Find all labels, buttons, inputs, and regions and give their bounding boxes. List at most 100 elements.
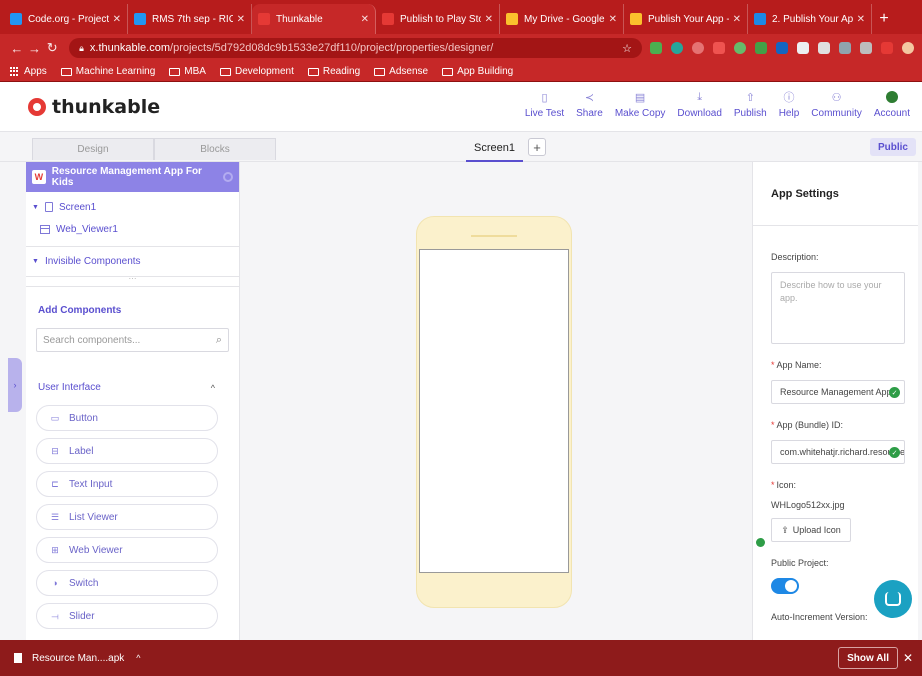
extension-icon[interactable] xyxy=(775,42,788,54)
app-header: thunkable ▯ Live Test ≺ Share ▤ Make Copy ⤓ Dow… xyxy=(0,82,922,132)
component-text-input[interactable]: ⊏ Text Input xyxy=(36,471,218,497)
close-tab-icon[interactable]: ✕ xyxy=(237,14,245,25)
bookmark-label: MBA xyxy=(184,66,206,77)
app-name-field[interactable]: Resource Management App ✓ xyxy=(771,380,905,404)
section-label: User Interface xyxy=(38,382,101,393)
close-icon[interactable]: ✕ xyxy=(898,651,918,665)
publish-icon: ⇧ xyxy=(745,91,755,104)
bookmark-item[interactable]: Adsense xyxy=(374,66,428,77)
extension-icon[interactable] xyxy=(649,42,662,54)
header-action-publish[interactable]: ⇧ Publish xyxy=(728,90,773,120)
browser-tab[interactable]: 2. Publish Your App - (✕ xyxy=(748,4,872,34)
header-action-make-copy[interactable]: ▤ Make Copy xyxy=(609,90,672,120)
header-action-download[interactable]: ⤓ Download xyxy=(671,90,727,120)
url-host: x.thunkable.com xyxy=(89,42,171,54)
close-tab-icon[interactable]: ✕ xyxy=(485,14,493,25)
chevron-up-icon[interactable]: ^ xyxy=(136,653,140,663)
browser-tab[interactable]: Publish Your App - GO ✕ xyxy=(624,4,748,34)
component-slider[interactable]: ⟞ Slider xyxy=(36,603,218,629)
download-item[interactable]: Resource Man....apk ^ xyxy=(14,653,141,664)
bundle-id-field[interactable]: com.whitehatjr.richard.resource ✓ xyxy=(771,440,905,464)
extension-icon[interactable] xyxy=(754,42,767,54)
favicon-icon xyxy=(10,13,22,25)
tree-item-screen1[interactable]: ▼ Screen1 xyxy=(26,196,239,218)
description-textarea[interactable]: Describe how to use your app. xyxy=(771,272,905,344)
user-interface-section-header[interactable]: User Interface ^ xyxy=(38,382,229,393)
favicon-icon xyxy=(382,13,394,25)
extension-icon[interactable] xyxy=(817,42,830,54)
show-all-button[interactable]: Show All xyxy=(838,647,898,669)
project-name: Resource Management App For Kids xyxy=(51,166,202,188)
resize-handle[interactable]: ··· xyxy=(26,275,239,287)
bookmark-star-icon[interactable]: ☆ xyxy=(622,42,632,55)
header-action-live-test[interactable]: ▯ Live Test xyxy=(519,90,570,120)
sidebar-expand-handle[interactable]: › xyxy=(8,358,22,412)
profile-avatar-icon[interactable] xyxy=(901,42,914,54)
bookmark-item[interactable]: Apps xyxy=(10,66,47,77)
address-bar[interactable]: 🔒︎ x.thunkable.com /projects/5d792d08dc9… xyxy=(69,38,642,58)
bookmark-item[interactable]: MBA xyxy=(169,66,206,77)
tab-design[interactable]: Design xyxy=(32,138,154,160)
description-label: Description: xyxy=(771,252,819,262)
header-action-account[interactable]: Account xyxy=(868,90,916,119)
public-button[interactable]: Public xyxy=(869,138,916,156)
caret-down-icon[interactable]: ▼ xyxy=(32,204,39,211)
folder-icon xyxy=(60,67,72,76)
header-action-share[interactable]: ≺ Share xyxy=(570,90,609,120)
component-button[interactable]: ▭ Button xyxy=(36,405,218,431)
extension-icon[interactable] xyxy=(733,42,746,54)
phone-screen[interactable] xyxy=(419,249,569,573)
header-action-help[interactable]: ⓘ Help xyxy=(773,90,806,119)
web-viewer-icon: ⊞ xyxy=(51,544,59,555)
header-actions: ▯ Live Test ≺ Share ▤ Make Copy ⤓ Download ⇧ Publ… xyxy=(519,90,916,120)
browser-tab[interactable]: Thunkable ✕ xyxy=(252,4,376,34)
bookmark-item[interactable]: Development xyxy=(219,66,294,77)
forward-icon[interactable]: → xyxy=(26,41,44,56)
tab-screen1[interactable]: Screen1 xyxy=(466,136,523,162)
close-tab-icon[interactable]: ✕ xyxy=(857,14,865,25)
component-switch[interactable]: ◑ Switch xyxy=(36,570,218,596)
extension-icon[interactable] xyxy=(712,42,725,54)
chat-support-button[interactable] xyxy=(874,580,912,618)
upload-icon-button[interactable]: ⇪ Upload Icon xyxy=(771,518,851,542)
component-label[interactable]: ⊟ Label xyxy=(36,438,218,464)
component-web-viewer[interactable]: ⊞ Web Viewer xyxy=(36,537,218,563)
browser-tab[interactable]: Code.org - Projects ✕ xyxy=(4,4,128,34)
copy-icon: ▤ xyxy=(634,91,646,104)
invisible-components-toggle[interactable]: ▼ Invisible Components xyxy=(26,247,239,277)
thunkable-logo[interactable]: thunkable xyxy=(28,96,160,118)
bookmark-item[interactable]: Machine Learning xyxy=(60,66,155,77)
bookmark-label: Reading xyxy=(322,66,361,77)
close-tab-icon[interactable]: ✕ xyxy=(609,14,617,25)
close-tab-icon[interactable]: ✕ xyxy=(733,14,741,25)
add-screen-button[interactable]: + xyxy=(528,138,546,156)
extension-icon[interactable] xyxy=(859,42,872,54)
browser-tab[interactable]: Publish to Play Store (✕ xyxy=(376,4,500,34)
header-action-community[interactable]: ⚇ Community xyxy=(805,90,868,120)
folder-icon xyxy=(169,67,181,76)
bookmark-item[interactable]: App Building xyxy=(442,66,513,77)
extension-icon[interactable] xyxy=(796,42,809,54)
tree-item-web-viewer1[interactable]: Web_Viewer1 xyxy=(26,218,239,240)
bookmark-item[interactable]: Reading xyxy=(307,66,361,77)
back-icon[interactable]: ← xyxy=(8,41,26,56)
app-settings-panel: App Settings Description: Describe how t… xyxy=(752,162,918,640)
browser-tab[interactable]: RMS 7th sep - RICHAR ✕ xyxy=(128,4,252,34)
tab-blocks[interactable]: Blocks xyxy=(154,138,276,160)
close-tab-icon[interactable]: ✕ xyxy=(361,14,369,25)
public-project-toggle[interactable] xyxy=(771,578,799,594)
extension-icon[interactable] xyxy=(670,42,683,54)
project-bar[interactable]: W Resource Management App For Kids xyxy=(26,162,239,192)
reload-icon[interactable]: ↻ xyxy=(43,40,61,56)
new-tab-button[interactable]: + xyxy=(872,4,896,34)
component-list-viewer[interactable]: ☰ List Viewer xyxy=(36,504,218,530)
extension-icon[interactable] xyxy=(880,42,893,54)
settings-gear-icon[interactable] xyxy=(223,172,233,182)
upload-icon: ⇪ xyxy=(781,524,789,535)
browser-tab[interactable]: My Drive - Google Driv ✕ xyxy=(500,4,624,34)
app-name-label: * App Name: xyxy=(771,360,822,370)
search-components-input[interactable]: Search components... ⌕ xyxy=(36,328,229,352)
extension-icon[interactable] xyxy=(691,42,704,54)
close-tab-icon[interactable]: ✕ xyxy=(113,14,121,25)
extension-icon[interactable] xyxy=(838,42,851,54)
